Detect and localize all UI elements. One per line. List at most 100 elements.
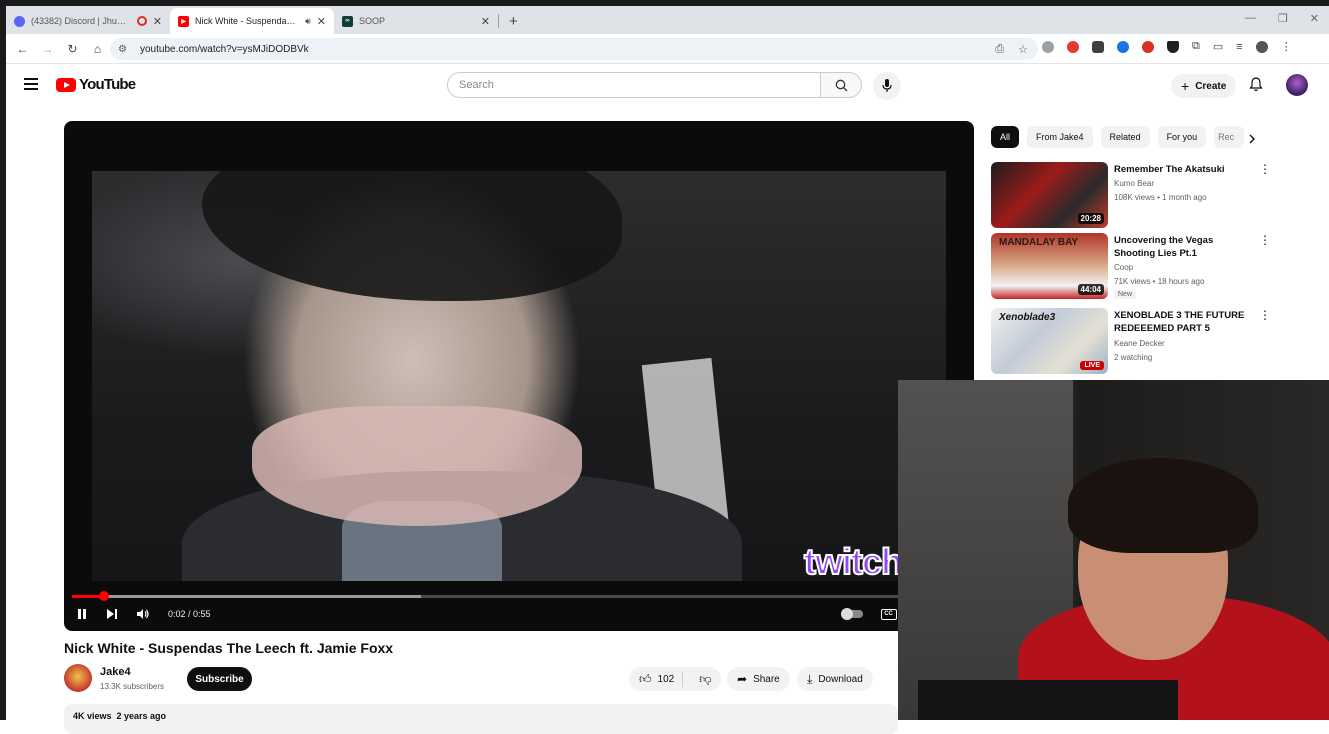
browser-toolbar: ← → ↻ ⌂ ⚙ youtube.com/watch?v=ysMJiDODBV… (6, 34, 1329, 64)
tab-discord[interactable]: (43382) Discord | Jhunter, R ✕ (6, 8, 170, 34)
profile-avatar[interactable] (1255, 40, 1268, 53)
forward-icon[interactable]: → (35, 42, 60, 56)
kebab-menu-icon[interactable]: ⋮ (1281, 40, 1292, 53)
video-player[interactable]: twitch 0:02 / 0:55 CC ⚙ (64, 121, 974, 631)
video-thumbnail[interactable]: Xenoblade3 LIVE (991, 308, 1108, 374)
youtube-logo[interactable]: YouTube (56, 76, 136, 93)
more-options-icon[interactable]: ⋮ (1259, 233, 1271, 247)
restore-icon[interactable]: ❐ (1278, 12, 1288, 25)
reload-icon[interactable]: ↻ (60, 42, 85, 56)
create-button[interactable]: + Create (1171, 74, 1237, 98)
chip-recent[interactable]: Rec (1214, 126, 1245, 148)
recommendation-title[interactable]: XENOBLADE 3 THE FUTURE REDEEEMED PART 5 (1114, 309, 1256, 335)
close-icon[interactable]: ✕ (481, 15, 490, 28)
extension-icon[interactable] (1142, 40, 1154, 53)
search-button[interactable] (820, 72, 862, 98)
browser-tabbar: (43382) Discord | Jhunter, R ✕ ▶ Nick Wh… (6, 6, 1329, 34)
shield-icon[interactable] (1167, 40, 1179, 53)
new-tab-icon[interactable]: + (499, 13, 528, 34)
channel-name[interactable]: Jake4 (100, 666, 131, 678)
site-settings-icon[interactable]: ⚙ (118, 44, 132, 55)
extension-icon[interactable] (1117, 40, 1129, 53)
window-controls: — ❐ ✕ (1245, 12, 1319, 25)
recommendation-channel[interactable]: Keane Decker (1114, 339, 1165, 348)
chip-all[interactable]: All (991, 126, 1020, 148)
chip-from-channel[interactable]: From Jake4 (1027, 126, 1093, 148)
chevron-right-icon[interactable] (1248, 131, 1256, 149)
recommendation-item[interactable]: 20:28 Remember The Akatsuki Kumo Bear 10… (991, 162, 1321, 228)
adblock-icon[interactable] (1067, 40, 1079, 53)
recommendation-title[interactable]: Remember The Akatsuki (1114, 163, 1256, 176)
home-icon[interactable]: ⌂ (85, 42, 110, 56)
extension-icon[interactable] (1042, 40, 1054, 53)
search-input[interactable]: Search (447, 72, 821, 98)
next-icon[interactable] (106, 608, 118, 620)
voice-search-button[interactable] (873, 72, 901, 100)
new-badge: New (1114, 290, 1137, 299)
recording-icon (136, 16, 147, 26)
chip-for-you[interactable]: For you (1157, 126, 1207, 148)
like-dislike-group: 👍︎ 102 👎︎ (629, 667, 721, 691)
recommendation-channel[interactable]: Coop (1114, 263, 1133, 272)
extension-icon[interactable] (1092, 40, 1104, 53)
minimize-icon[interactable]: — (1245, 12, 1256, 25)
more-options-icon[interactable]: ⋮ (1259, 308, 1271, 322)
download-icon: ⤓ (807, 671, 813, 686)
like-button[interactable]: 👍︎ 102 (629, 671, 684, 687)
recommendation-meta: 2 watching (1114, 353, 1153, 362)
player-controls: 0:02 / 0:55 CC ⚙ (76, 603, 962, 625)
hamburger-menu-icon[interactable] (24, 78, 38, 93)
close-icon[interactable]: ✕ (153, 15, 162, 28)
download-button[interactable]: ⤓ Download (797, 667, 873, 691)
recommendation-item[interactable]: MANDALAY BAY 44:04 Uncovering the Vegas … (991, 233, 1321, 299)
volume-icon[interactable] (136, 608, 150, 620)
bookmark-star-icon[interactable]: ☆ (1018, 43, 1028, 56)
media-controls-icon[interactable]: ≡ (1236, 41, 1242, 53)
channel-avatar[interactable] (64, 664, 92, 692)
address-bar[interactable]: ⚙ youtube.com/watch?v=ysMJiDODBVk ⎙ ☆ (110, 38, 1038, 60)
thumbs-down-icon: 👎︎ (699, 671, 712, 686)
logo-text: YouTube (79, 76, 136, 93)
captions-icon[interactable]: CC (880, 608, 897, 620)
cast-icon[interactable]: ▭ (1213, 40, 1223, 53)
recommendation-chips: All From Jake4 Related For you Rec (991, 126, 1245, 148)
chip-related[interactable]: Related (1100, 126, 1150, 148)
webcam-desk (918, 680, 1178, 720)
scrubber-handle[interactable] (99, 591, 110, 601)
install-app-icon[interactable]: ⎙ (995, 43, 1004, 56)
puzzle-icon[interactable]: ⧉ (1192, 40, 1200, 53)
back-icon[interactable]: ← (10, 42, 35, 56)
account-avatar[interactable] (1286, 74, 1308, 96)
tab-soop[interactable]: ∞ SOOP ✕ (334, 8, 498, 34)
webcam-overlay (898, 380, 1329, 720)
recommendation-channel[interactable]: Kumo Bear (1114, 179, 1154, 188)
video-thumbnail[interactable]: MANDALAY BAY 44:04 (991, 233, 1108, 299)
plus-icon: + (1181, 78, 1190, 94)
share-button[interactable]: ➦ Share (727, 667, 790, 691)
video-frame[interactable]: twitch (92, 171, 946, 581)
speaker-icon[interactable]: 🔊︎ (305, 16, 311, 26)
pause-icon[interactable] (76, 608, 88, 620)
video-title: Nick White - Suspendas The Leech ft. Jam… (64, 640, 394, 656)
progress-bar[interactable] (72, 591, 966, 601)
close-icon[interactable]: ✕ (317, 15, 326, 28)
duration-badge: 44:04 (1077, 284, 1104, 295)
subscribe-button[interactable]: Subscribe (187, 667, 252, 691)
autoplay-toggle[interactable] (840, 608, 863, 620)
soop-favicon-icon: ∞ (342, 15, 353, 27)
tab-label: (43382) Discord | Jhunter, R (31, 16, 131, 26)
video-scene-hair (202, 171, 622, 301)
more-options-icon[interactable]: ⋮ (1259, 162, 1271, 176)
url-text[interactable]: youtube.com/watch?v=ysMJiDODBVk (140, 44, 995, 55)
tab-label: SOOP (359, 16, 386, 26)
close-window-icon[interactable]: ✕ (1310, 12, 1319, 25)
time-display: 0:02 / 0:55 (168, 609, 211, 619)
description-box[interactable]: 4K views 2 years ago (64, 704, 898, 734)
video-thumbnail[interactable]: 20:28 (991, 162, 1108, 228)
recommendation-item[interactable]: Xenoblade3 LIVE XENOBLADE 3 THE FUTURE R… (991, 308, 1321, 374)
tab-youtube[interactable]: ▶ Nick White - Suspendas Th 🔊︎ ✕ (170, 8, 334, 34)
recommendation-title[interactable]: Uncovering the Vegas Shooting Lies Pt.1 (1114, 234, 1256, 260)
video-scene-mask (252, 406, 582, 526)
notifications-bell-icon[interactable] (1249, 77, 1263, 97)
dislike-button[interactable]: 👎︎ (689, 672, 721, 687)
